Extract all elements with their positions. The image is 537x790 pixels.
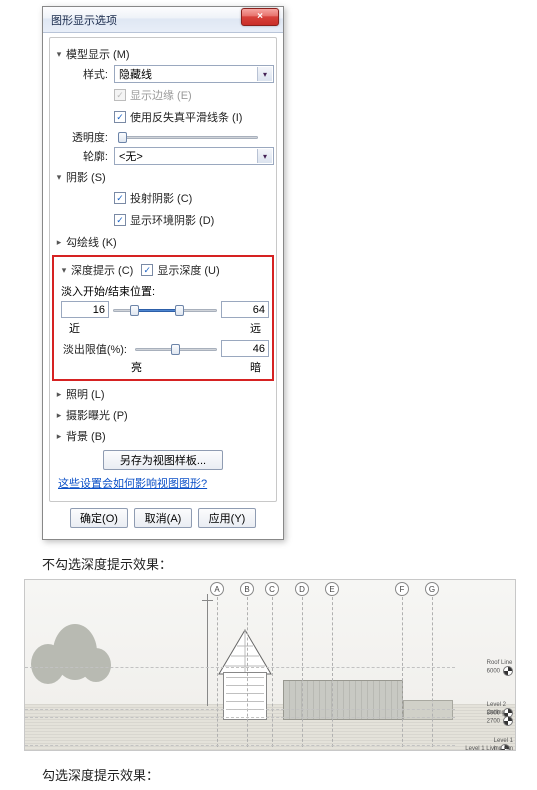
- show-depth-checkbox[interactable]: ✓ 显示深度 (U): [141, 262, 219, 278]
- vegetation: [27, 614, 117, 706]
- chevron-down-icon: ▾: [257, 149, 272, 163]
- transparency-label: 透明度:: [52, 129, 114, 145]
- help-link[interactable]: 这些设置会如何影响视图图形?: [58, 475, 274, 491]
- checkbox-icon: ✓: [141, 264, 153, 276]
- expand-icon: ▸: [54, 431, 64, 442]
- section-header-exposure[interactable]: ▸ 摄影曝光 (P): [52, 406, 274, 424]
- collapse-icon: ▾: [59, 265, 69, 276]
- grid-bubble: C: [265, 582, 279, 596]
- section-header-model-display[interactable]: ▾ 模型显示 (M): [52, 45, 274, 63]
- grid-bubble: A: [210, 582, 224, 596]
- fade-limit-slider[interactable]: [135, 342, 217, 356]
- section-lighting: ▸ 照明 (L): [52, 385, 274, 403]
- expand-icon: ▸: [54, 410, 64, 421]
- collapse-icon: ▾: [54, 172, 64, 183]
- silhouette-dropdown[interactable]: <无> ▾: [114, 147, 274, 165]
- wind-turbine: [207, 594, 208, 706]
- caption-depth-off: 不勾选深度提示效果：: [42, 554, 537, 573]
- collapse-icon: ▾: [54, 49, 64, 60]
- caption-depth-on: 勾选深度提示效果：: [42, 765, 537, 784]
- section-view-illustration: ABCDEFG Roof Line6000Level 23000Ceiling2…: [24, 579, 516, 751]
- checkbox-icon: ✓: [114, 89, 126, 101]
- cast-shadows-checkbox[interactable]: ✓ 投射阴影 (C): [114, 190, 192, 206]
- light-label: 亮: [131, 359, 142, 375]
- style-label: 样式:: [52, 66, 114, 82]
- style-dropdown[interactable]: 隐藏线 ▾: [114, 65, 274, 83]
- save-as-template-button[interactable]: 另存为视图样板...: [103, 450, 223, 470]
- section-background: ▸ 背景 (B): [52, 427, 274, 445]
- cancel-button[interactable]: 取消(A): [134, 508, 192, 528]
- level-marker: Ceiling2700: [487, 710, 513, 726]
- far-label: 远: [250, 320, 261, 336]
- fade-range-slider[interactable]: [113, 303, 217, 317]
- fade-end-input[interactable]: [221, 301, 269, 318]
- fade-range-label: 淡入开始/结束位置:: [61, 283, 269, 299]
- section-model-display: ▾ 模型显示 (M) 样式: 隐藏线 ▾ ✓ 显示边缘 (E): [52, 45, 274, 165]
- grid-bubble: E: [325, 582, 339, 596]
- checkbox-icon: ✓: [114, 192, 126, 204]
- lower-building: [283, 680, 403, 720]
- graphic-display-options-dialog: 图形显示选项 × ▾ 模型显示 (M) 样式: 隐藏线 ▾: [42, 6, 284, 540]
- dialog-title: 图形显示选项: [51, 12, 241, 28]
- checkbox-icon: ✓: [114, 111, 126, 123]
- close-icon: ×: [257, 11, 263, 22]
- section-shadows: ▾ 阴影 (S) ✓ 投射阴影 (C) ✓ 显示环境阴影 (D): [52, 168, 274, 230]
- grid-bubble: D: [295, 582, 309, 596]
- grid-bubble: B: [240, 582, 254, 596]
- grid-bubble: G: [425, 582, 439, 596]
- close-button[interactable]: ×: [241, 8, 279, 26]
- expand-icon: ▸: [54, 389, 64, 400]
- show-edges-checkbox: ✓ 显示边缘 (E): [114, 87, 192, 103]
- house: [215, 628, 275, 720]
- ambient-shadows-checkbox[interactable]: ✓ 显示环境阴影 (D): [114, 212, 214, 228]
- grid-bubbles: A BC D E F G: [25, 582, 515, 606]
- silhouette-label: 轮廓:: [52, 148, 114, 164]
- level-marker: Level 1 Living Rm-500: [465, 746, 513, 751]
- smooth-lines-checkbox[interactable]: ✓ 使用反失真平滑线条 (I): [114, 109, 242, 125]
- section-header-depth[interactable]: ▾ 深度提示 (C) ✓ 显示深度 (U): [57, 259, 269, 281]
- section-header-lighting[interactable]: ▸ 照明 (L): [52, 385, 274, 403]
- section-header-background[interactable]: ▸ 背景 (B): [52, 427, 274, 445]
- transparency-slider[interactable]: [118, 130, 258, 144]
- ok-button[interactable]: 确定(O): [70, 508, 128, 528]
- fade-limit-label: 淡出限值(%):: [61, 341, 131, 357]
- expand-icon: ▸: [54, 237, 64, 248]
- grid-bubble: F: [395, 582, 409, 596]
- near-label: 近: [69, 320, 80, 336]
- section-header-sketchy[interactable]: ▸ 勾绘线 (K): [52, 233, 274, 251]
- fade-limit-input[interactable]: [221, 340, 269, 357]
- dark-label: 暗: [250, 359, 261, 375]
- titlebar[interactable]: 图形显示选项 ×: [43, 7, 283, 33]
- section-depth-cueing-highlight: ▾ 深度提示 (C) ✓ 显示深度 (U) 淡入开始/结束位置:: [52, 255, 274, 381]
- chevron-down-icon: ▾: [257, 67, 272, 81]
- checkbox-icon: ✓: [114, 214, 126, 226]
- apply-button[interactable]: 应用(Y): [198, 508, 256, 528]
- level-marker: Roof Line6000: [487, 660, 513, 676]
- section-header-shadows[interactable]: ▾ 阴影 (S): [52, 168, 274, 186]
- section-exposure: ▸ 摄影曝光 (P): [52, 406, 274, 424]
- section-sketchy-lines: ▸ 勾绘线 (K): [52, 233, 274, 251]
- fade-start-input[interactable]: [61, 301, 109, 318]
